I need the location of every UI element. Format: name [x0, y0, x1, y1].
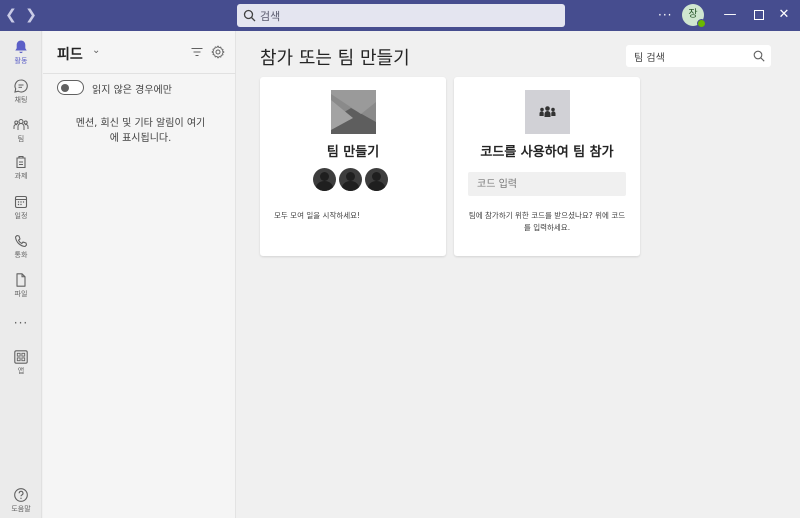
join-team-title: 코드를 사용하여 팀 참가: [480, 145, 614, 160]
feed-title: 피드: [57, 47, 83, 63]
create-team-title: 팀 만들기: [326, 145, 380, 160]
team-members-illustration: [313, 168, 393, 192]
teams-icon: [13, 119, 29, 130]
minimize-icon[interactable]: —: [720, 5, 740, 25]
search-icon: [753, 50, 765, 62]
back-arrow-icon[interactable]: ❮: [3, 7, 19, 23]
team-code-input[interactable]: [468, 172, 626, 196]
rail-item-apps[interactable]: 앱: [0, 349, 42, 385]
page-title: 참가 또는 팀 만들기: [260, 48, 410, 69]
search-icon: [243, 9, 256, 22]
apps-icon: [14, 350, 28, 364]
main-content: 참가 또는 팀 만들기 팀 검색 팀 만들기 모두 모여 일을 시작하세요! 코…: [237, 31, 800, 518]
feed-empty-message: 멘션, 회신 및 기타 알림이 여기에 표시됩니다.: [75, 118, 206, 144]
join-team-description: 팀에 참가하기 위한 코드를 받으셨나요? 위에 코드를 입력하세요.: [468, 211, 626, 232]
rail-label: 통화: [14, 251, 28, 259]
maximize-icon[interactable]: [749, 5, 769, 25]
forward-arrow-icon[interactable]: ❯: [23, 7, 39, 23]
chat-icon: [14, 79, 28, 93]
toggle-knob: [61, 83, 69, 92]
rail-label: 파일: [14, 290, 28, 298]
rail-label: 팀: [17, 135, 25, 143]
rail-label: 앱: [17, 367, 25, 375]
close-icon[interactable]: ✕: [774, 5, 794, 25]
more-apps-icon[interactable]: ···: [0, 316, 42, 330]
presence-available-icon: [697, 19, 706, 28]
avatar-initial: 장: [688, 9, 698, 20]
rail-item-teams[interactable]: 팀: [0, 117, 42, 153]
unread-only-label: 읽지 않은 경우에만: [92, 85, 172, 96]
rail-item-chat[interactable]: 채팅: [0, 78, 42, 114]
global-search-placeholder: 검색: [260, 9, 281, 23]
person-icon: [313, 168, 336, 191]
rail-item-assignments[interactable]: 과제: [0, 154, 42, 190]
join-team-card: 코드를 사용하여 팀 참가 팀에 참가하기 위한 코드를 받으셨나요? 위에 코…: [454, 77, 640, 256]
rail-label: 채팅: [14, 96, 28, 104]
calendar-icon: [14, 195, 28, 209]
unread-only-toggle[interactable]: [57, 80, 84, 95]
team-search-placeholder: 팀 검색: [634, 52, 665, 64]
rail-item-calendar[interactable]: 일정: [0, 194, 42, 230]
feed-panel: 피드 ⌄ 읽지 않은 경우에만 멘션, 회신 및 기타 알림이 여기에 표시됩니…: [43, 31, 236, 518]
app-rail: 활동 채팅 팀 과제 일정 통화 파일 ··· 앱 도움말: [0, 31, 42, 518]
feed-divider: [43, 73, 236, 74]
rail-label: 활동: [14, 57, 28, 65]
team-image-placeholder-icon: [331, 90, 376, 134]
rail-label: 과제: [14, 172, 28, 180]
user-avatar[interactable]: 장: [682, 4, 706, 28]
rail-label: 도움말: [11, 505, 31, 513]
person-icon: [339, 168, 362, 191]
rail-item-activity[interactable]: 활동: [0, 39, 42, 75]
create-team-card[interactable]: 팀 만들기 모두 모여 일을 시작하세요!: [260, 77, 446, 256]
more-options-icon[interactable]: ···: [658, 8, 672, 22]
rail-item-help[interactable]: 도움말: [0, 487, 42, 518]
team-search-input[interactable]: 팀 검색: [626, 45, 771, 67]
gear-icon[interactable]: [211, 45, 225, 59]
rail-label: 일정: [14, 212, 28, 220]
rail-item-files[interactable]: 파일: [0, 272, 42, 308]
phone-icon: [14, 234, 28, 248]
file-icon: [16, 273, 26, 287]
title-bar: ❮ ❯ 검색 ··· 장 — ✕: [0, 0, 800, 31]
assignments-icon: [16, 155, 26, 169]
bell-icon: [15, 40, 27, 54]
help-icon: [14, 488, 28, 502]
global-search-input[interactable]: 검색: [237, 4, 565, 27]
filter-icon[interactable]: [191, 47, 203, 57]
person-icon: [365, 168, 388, 191]
join-team-icon: [525, 90, 570, 134]
create-team-description: 모두 모여 일을 시작하세요!: [274, 211, 361, 220]
chevron-down-icon[interactable]: ⌄: [92, 45, 100, 56]
rail-item-calls[interactable]: 통화: [0, 233, 42, 269]
